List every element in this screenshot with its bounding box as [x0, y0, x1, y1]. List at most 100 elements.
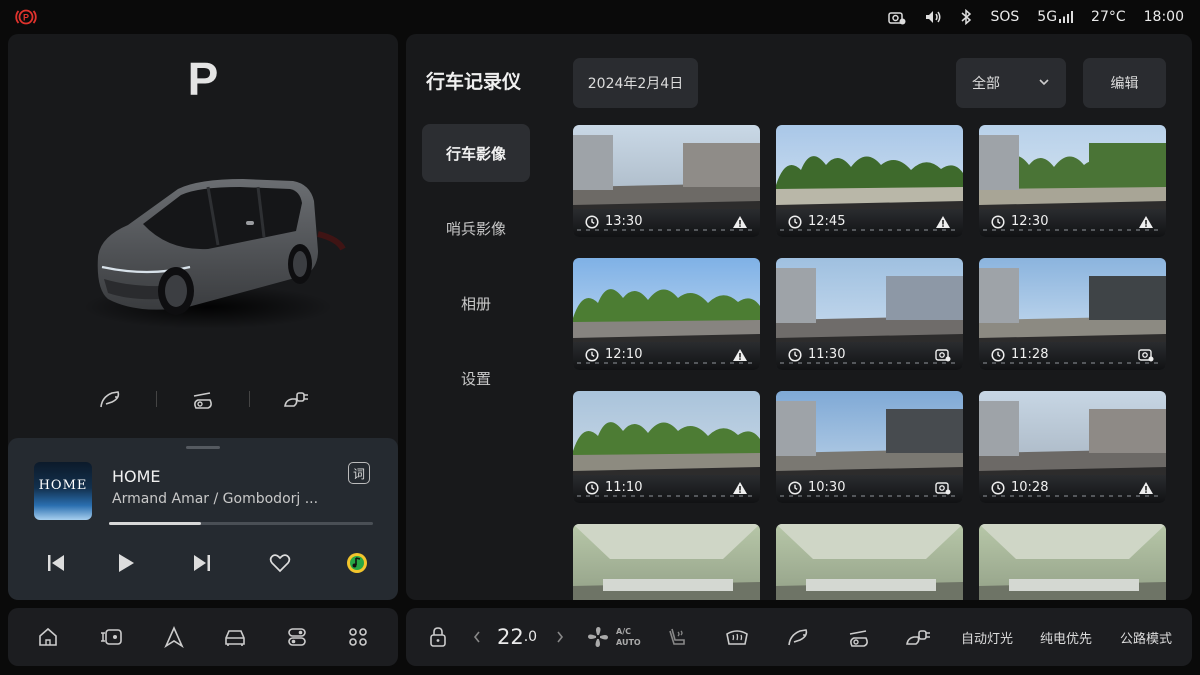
charge-port-dock-button[interactable] [904, 608, 932, 666]
warning-icon [936, 216, 950, 228]
clip-time-label: 11:28 [1011, 347, 1049, 362]
clip-thumbnail[interactable] [573, 524, 760, 600]
clip-thumbnail[interactable]: 12:10 [573, 258, 760, 370]
lyrics-button[interactable]: 词 [348, 462, 370, 484]
defrost-icon [726, 630, 748, 645]
parking-brake-icon: P [15, 9, 37, 25]
road-mode-button[interactable]: 公路模式 [1120, 608, 1172, 666]
app-dock [8, 608, 398, 666]
clip-time: 13:30 [585, 214, 642, 229]
apps-grid-icon[interactable] [347, 626, 369, 648]
ac-auto-button[interactable]: A/C AUTO [586, 608, 641, 666]
charge-port-icon [906, 630, 930, 645]
clip-time: 10:30 [788, 480, 845, 495]
mirror-fold-button[interactable] [64, 388, 156, 410]
clip-thumbnail[interactable]: 12:45 [776, 125, 963, 237]
home-icon[interactable] [37, 626, 59, 648]
date-picker-button[interactable]: 2024年2月4日 [573, 58, 698, 108]
clip-time: 11:28 [991, 347, 1048, 362]
clip-thumbnail[interactable]: 11:28 [979, 258, 1166, 370]
bluetooth-icon[interactable] [960, 9, 972, 25]
seat-heat-button[interactable] [666, 608, 690, 666]
clock-icon [991, 480, 1005, 495]
filter-dropdown[interactable]: 全部 [956, 58, 1066, 108]
playback-progress-fill [109, 522, 202, 525]
page-title: 行车记录仪 [426, 71, 522, 93]
ev-priority-button[interactable]: 纯电优先 [1040, 608, 1092, 666]
sos-button[interactable]: SOS [990, 9, 1019, 25]
clock-icon [585, 480, 599, 495]
clip-thumbnail[interactable] [776, 524, 963, 600]
clock-icon [788, 480, 802, 495]
song-title: HOME [112, 467, 161, 486]
favorite-button[interactable] [265, 548, 295, 578]
tab-label: 哨兵影像 [445, 219, 506, 238]
edit-button[interactable]: 编辑 [1083, 58, 1166, 108]
clip-time: 12:10 [585, 347, 642, 362]
heart-icon [269, 554, 291, 573]
previous-button[interactable] [41, 548, 71, 578]
clip-time-label: 13:30 [605, 214, 643, 229]
play-button[interactable] [111, 548, 141, 578]
tab-label: 相册 [460, 294, 491, 313]
auto-lights-button[interactable]: 自动灯光 [961, 608, 1013, 666]
tab-settings[interactable]: 设置 [422, 349, 530, 407]
clip-thumbnail[interactable]: 12:30 [979, 125, 1166, 237]
clip-preview-image [979, 524, 1166, 600]
tailgate-dock-button[interactable] [846, 608, 872, 666]
clip-thumbnail[interactable]: 13:30 [573, 125, 760, 237]
mirror-fold-dock-button[interactable] [786, 608, 810, 666]
status-bar: P SOS 5G 27°C 18:00 [0, 0, 1200, 34]
music-app-button[interactable] [342, 548, 372, 578]
clip-time-label: 12:10 [605, 347, 643, 362]
tailgate-button[interactable] [157, 388, 249, 410]
dashcam-panel: 行车记录仪 行车影像 哨兵影像 相册 设置 2024年2月4日 全部 编辑 13… [406, 34, 1192, 600]
camera-app-icon[interactable] [98, 626, 124, 648]
ac-label: A/C [616, 627, 631, 636]
car-image[interactable] [68, 139, 348, 339]
next-button[interactable] [187, 548, 217, 578]
drag-handle[interactable] [186, 446, 220, 449]
navigation-icon[interactable] [163, 626, 185, 648]
clip-thumbnail[interactable]: 10:30 [776, 391, 963, 503]
clip-preview-image [979, 258, 1166, 342]
tab-album[interactable]: 相册 [422, 274, 530, 332]
quick-controls [8, 379, 398, 419]
clip-preview-image [979, 125, 1166, 209]
clip-thumbnail[interactable]: 10:28 [979, 391, 1166, 503]
gear-indicator: P [187, 53, 219, 105]
controls-icon[interactable] [286, 626, 308, 648]
clock-icon [991, 347, 1005, 362]
clip-thumbnail[interactable]: 11:10 [573, 391, 760, 503]
auto-label: AUTO [616, 638, 641, 647]
clip-preview-image [776, 524, 963, 600]
photo-icon [935, 482, 951, 495]
clip-thumbnail[interactable] [979, 524, 1166, 600]
clip-time-label: 10:28 [1011, 480, 1049, 495]
charge-port-button[interactable] [250, 388, 342, 410]
temp-decrease-button[interactable] [472, 608, 482, 666]
clip-time-label: 12:30 [1011, 214, 1049, 229]
lock-button[interactable] [428, 608, 448, 666]
mirror-icon [788, 629, 808, 646]
temp-increase-button[interactable] [555, 608, 565, 666]
clip-time: 11:30 [788, 347, 845, 362]
next-icon [194, 555, 210, 571]
tab-sentry-footage[interactable]: 哨兵影像 [422, 199, 530, 257]
clip-thumbnail[interactable]: 11:30 [776, 258, 963, 370]
clip-preview-image [776, 125, 963, 209]
album-art[interactable]: HOME [34, 462, 92, 520]
clip-preview-image [776, 391, 963, 475]
defrost-button[interactable] [724, 608, 750, 666]
fan-icon [588, 627, 608, 647]
warning-icon [1139, 482, 1153, 494]
tailgate-icon [193, 392, 212, 409]
volume-icon[interactable] [924, 9, 942, 25]
album-art-text: HOME [38, 478, 88, 493]
tab-driving-footage[interactable]: 行车影像 [422, 124, 530, 182]
ac-labels: A/C AUTO [616, 626, 641, 648]
playback-progress[interactable] [109, 522, 373, 525]
cabin-temperature: 22.0 [497, 608, 537, 666]
car-icon[interactable] [223, 626, 247, 648]
charge-port-icon [284, 392, 308, 407]
